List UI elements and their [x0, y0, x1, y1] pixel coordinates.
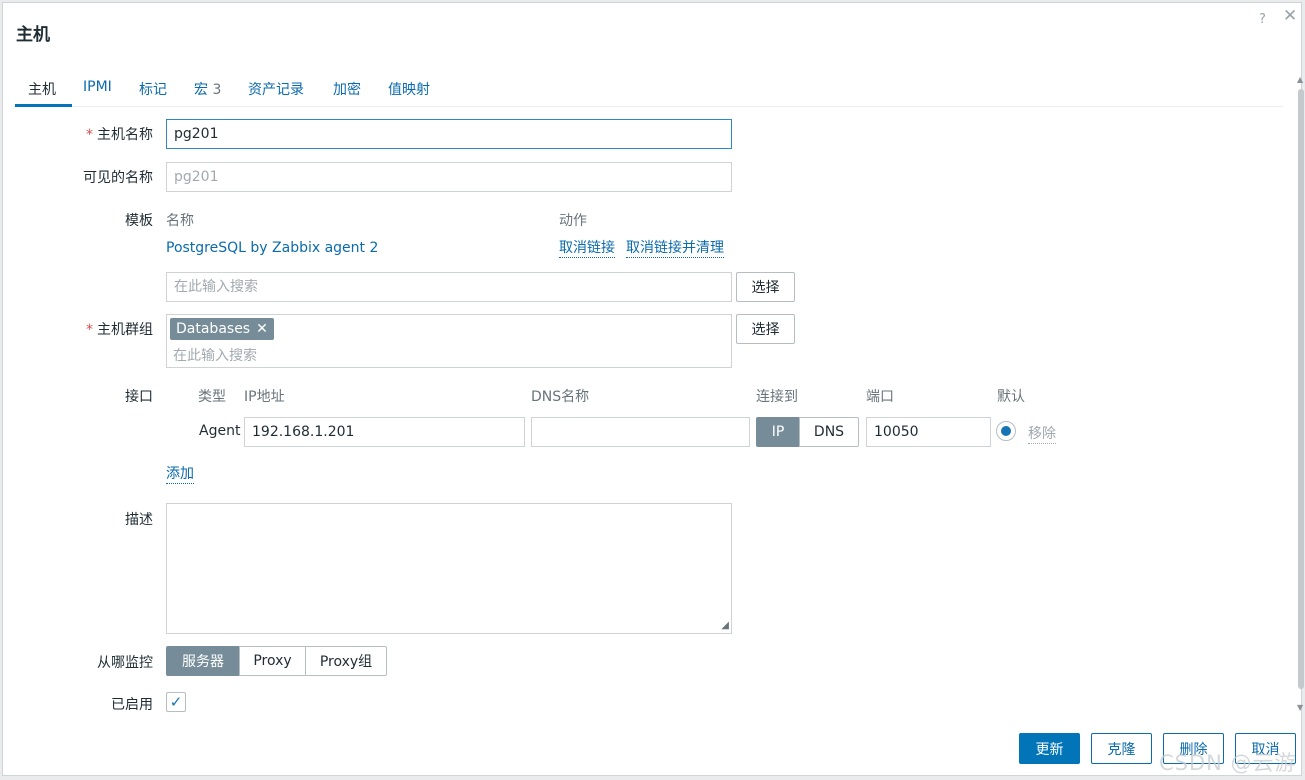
tab-value-mapping[interactable]: 值映射 [388, 79, 430, 99]
required-mark: * [86, 322, 93, 338]
host-groups-multiselect[interactable]: Databases ✕ 在此输入搜索 [166, 314, 732, 368]
tab-macros[interactable]: 宏 3 [194, 79, 221, 99]
connect-to-toggle: IP DNS [756, 417, 859, 447]
host-group-chip-label: Databases [176, 321, 251, 337]
interfaces-label: 接口 [125, 389, 153, 405]
host-groups-label: * 主机群组 [86, 319, 153, 339]
host-dialog: 主机 ? ✕ 主机 IPMI 标记 宏 3 资产记录 加密 值映射 * 主机名称 … [2, 2, 1305, 776]
scrollbar[interactable]: ▲ ▼ [1297, 75, 1305, 715]
monitored-by-proxy-group[interactable]: Proxy组 [305, 646, 387, 676]
connect-ip-button[interactable]: IP [756, 417, 800, 447]
host-name-label-text: 主机名称 [97, 127, 153, 143]
linked-template-link[interactable]: PostgreSQL by Zabbix agent 2 [166, 240, 378, 256]
dialog-title: 主机 [16, 25, 50, 45]
interface-port-input[interactable] [866, 417, 991, 447]
interface-type: Agent [199, 423, 241, 439]
tab-macros-label: 宏 [194, 82, 208, 98]
tab-inventory[interactable]: 资产记录 [248, 79, 304, 99]
monitored-by-server[interactable]: 服务器 [166, 646, 240, 676]
interfaces-col-ip: IP地址 [244, 389, 285, 405]
default-interface-radio[interactable] [996, 421, 1016, 441]
update-button[interactable]: 更新 [1019, 733, 1080, 764]
clone-button[interactable]: 克隆 [1091, 733, 1152, 764]
help-icon[interactable]: ? [1259, 12, 1266, 27]
add-interface-link[interactable]: 添加 [166, 466, 194, 484]
required-mark: * [86, 127, 93, 143]
watermark: CSDN @云游 [1159, 751, 1297, 775]
tab-host[interactable]: 主机 [28, 79, 56, 99]
template-select-button[interactable]: 选择 [736, 272, 795, 302]
scroll-thumb[interactable] [1298, 89, 1304, 689]
description-label: 描述 [125, 512, 153, 528]
interfaces-col-type: 类型 [198, 389, 226, 405]
interfaces-col-connect: 连接到 [756, 389, 798, 405]
template-search-input[interactable] [166, 272, 732, 302]
description-textarea[interactable]: ◢ [166, 503, 732, 634]
host-name-label: * 主机名称 [86, 124, 153, 144]
host-groups-search-placeholder[interactable]: 在此输入搜索 [173, 345, 257, 365]
unlink-and-clear-link[interactable]: 取消链接并清理 [626, 240, 724, 258]
enabled-label: 已启用 [111, 697, 153, 713]
monitored-by-label: 从哪监控 [97, 655, 153, 671]
host-groups-select-button[interactable]: 选择 [736, 314, 795, 344]
tab-bar: 主机 IPMI 标记 宏 3 资产记录 加密 值映射 [15, 75, 1283, 107]
tab-tags[interactable]: 标记 [139, 79, 167, 99]
tab-ipmi[interactable]: IPMI [83, 79, 112, 95]
visible-name-label: 可见的名称 [83, 170, 153, 186]
remove-chip-icon[interactable]: ✕ [256, 321, 268, 337]
templates-col-name: 名称 [166, 213, 194, 229]
check-icon: ✓ [169, 693, 183, 711]
connect-dns-button[interactable]: DNS [799, 417, 859, 447]
remove-interface-link[interactable]: 移除 [1028, 423, 1056, 444]
unlink-link[interactable]: 取消链接 [559, 240, 615, 258]
templates-col-action: 动作 [559, 213, 587, 229]
close-icon[interactable]: ✕ [1283, 8, 1297, 25]
tab-encryption[interactable]: 加密 [333, 79, 361, 99]
scroll-down-icon[interactable]: ▼ [1297, 703, 1303, 712]
interfaces-col-default: 默认 [997, 389, 1025, 405]
tab-macros-count: 3 [212, 82, 222, 98]
active-tab-indicator [15, 104, 72, 107]
interface-ip-input[interactable] [244, 417, 525, 447]
resize-handle-icon[interactable]: ◢ [721, 621, 729, 631]
monitored-by-proxy[interactable]: Proxy [239, 646, 306, 676]
host-group-chip: Databases ✕ [170, 318, 274, 340]
host-groups-label-text: 主机群组 [97, 322, 153, 338]
monitored-by-toggle: 服务器 Proxy Proxy组 [166, 646, 387, 676]
interfaces-col-dns: DNS名称 [531, 389, 590, 405]
scroll-up-icon[interactable]: ▲ [1297, 75, 1303, 84]
templates-label: 模板 [125, 213, 153, 229]
visible-name-input[interactable] [166, 162, 732, 192]
enabled-checkbox[interactable]: ✓ [166, 692, 186, 712]
interfaces-col-port: 端口 [866, 389, 894, 405]
interface-dns-input[interactable] [531, 417, 750, 447]
host-name-input[interactable] [166, 119, 732, 149]
